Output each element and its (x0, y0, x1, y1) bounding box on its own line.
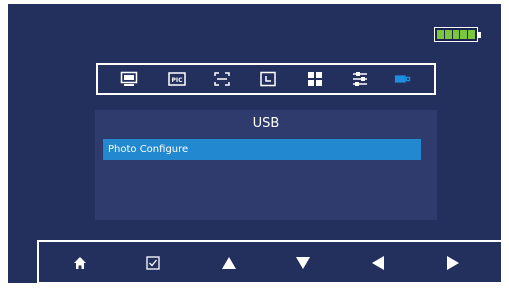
list-item-photo-configure[interactable]: Photo Configure (103, 139, 421, 160)
arrow-left-icon[interactable] (370, 255, 386, 271)
grid-icon[interactable] (306, 71, 324, 87)
battery-cell (452, 30, 460, 39)
battery-cell (460, 30, 468, 39)
checkbox-icon[interactable] (145, 255, 161, 271)
pic-icon-label: PIC (171, 77, 183, 84)
usb-icon[interactable] (394, 71, 412, 87)
pic-icon[interactable]: PIC (168, 71, 186, 87)
usb-panel-title: USB (252, 116, 280, 131)
arrow-up-icon[interactable] (221, 255, 237, 271)
arrow-down-icon[interactable] (295, 255, 311, 271)
clock-icon[interactable] (259, 71, 277, 87)
settings-sliders-icon[interactable] (351, 71, 369, 87)
usb-panel: USB Photo Configure (95, 110, 437, 220)
arrow-right-icon[interactable] (445, 255, 461, 271)
battery-cell (468, 30, 475, 39)
battery-cap (478, 32, 481, 38)
battery-cell (437, 30, 444, 39)
monitor-icon[interactable] (120, 71, 138, 87)
home-icon[interactable] (72, 255, 88, 271)
battery-cell (444, 30, 452, 39)
scan-frame-icon[interactable] (213, 71, 231, 87)
nav-bar (37, 240, 505, 284)
device-screen: PIC USB Photo Configure (8, 4, 505, 284)
battery-full-icon (434, 27, 481, 42)
mode-toolbar: PIC (96, 63, 436, 95)
